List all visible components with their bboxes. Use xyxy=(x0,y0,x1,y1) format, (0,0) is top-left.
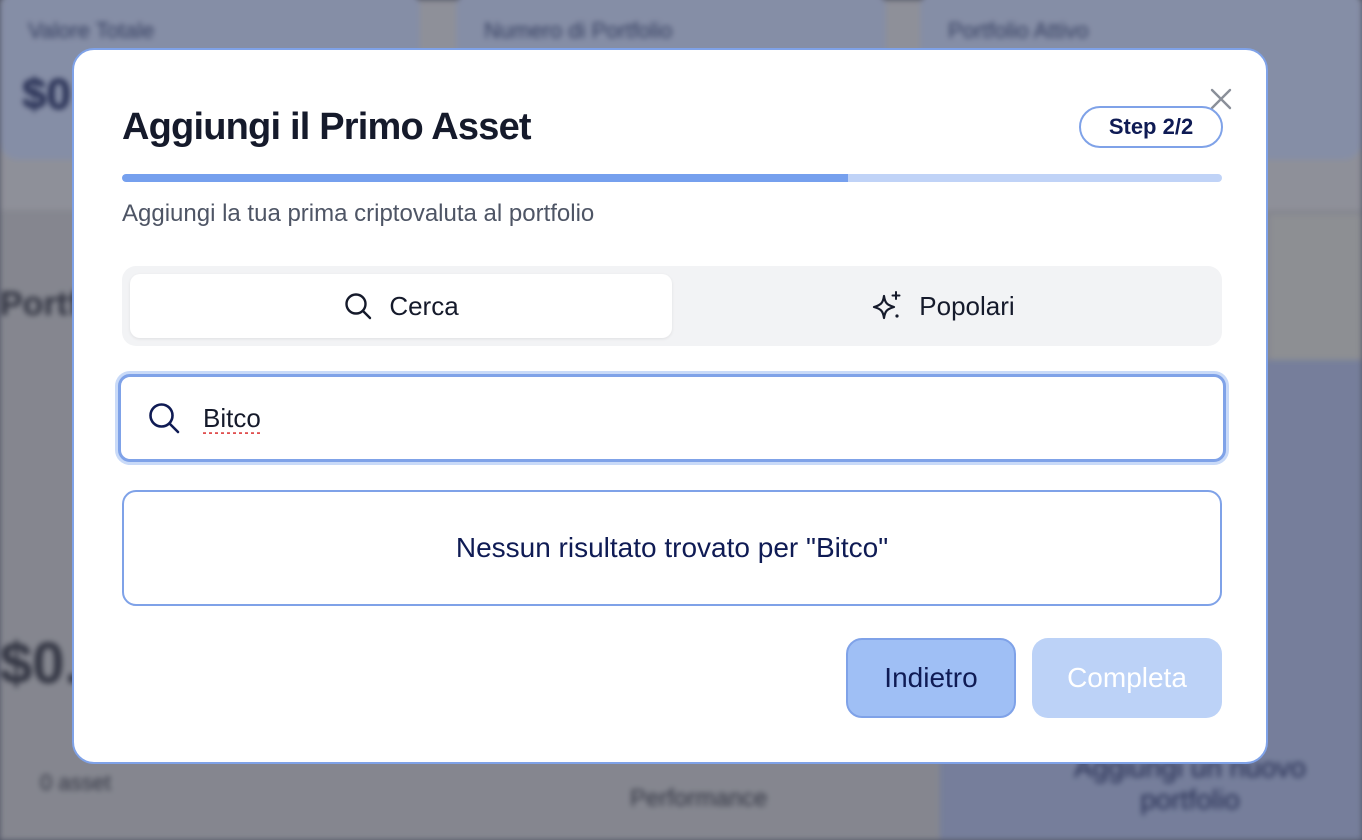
asset-search-input[interactable] xyxy=(203,402,1223,434)
tab-popular[interactable]: Popolari xyxy=(672,274,1214,338)
add-asset-modal: Aggiungi il Primo Asset Step 2/2 Aggiung… xyxy=(72,48,1268,764)
progress-bar xyxy=(122,174,1222,182)
back-button[interactable]: Indietro xyxy=(846,638,1016,718)
progress-bar-fill xyxy=(122,174,848,182)
search-box xyxy=(118,374,1226,462)
step-badge: Step 2/2 xyxy=(1079,106,1223,148)
search-icon xyxy=(345,293,372,320)
modal-title: Aggiungi il Primo Asset xyxy=(122,106,532,148)
search-icon xyxy=(149,403,180,434)
tab-search-label: Cerca xyxy=(389,290,459,321)
tab-search[interactable]: Cerca xyxy=(130,274,672,338)
modal-subtitle: Aggiungi la tua prima criptovaluta al po… xyxy=(122,200,595,227)
no-results-message: Nessun risultato trovato per "Bitco" xyxy=(122,490,1222,606)
sparkles-icon xyxy=(873,291,901,320)
tab-popular-label: Popolari xyxy=(919,290,1015,321)
tab-switcher: Cerca Popolari xyxy=(122,266,1222,346)
complete-button[interactable]: Completa xyxy=(1032,638,1222,718)
